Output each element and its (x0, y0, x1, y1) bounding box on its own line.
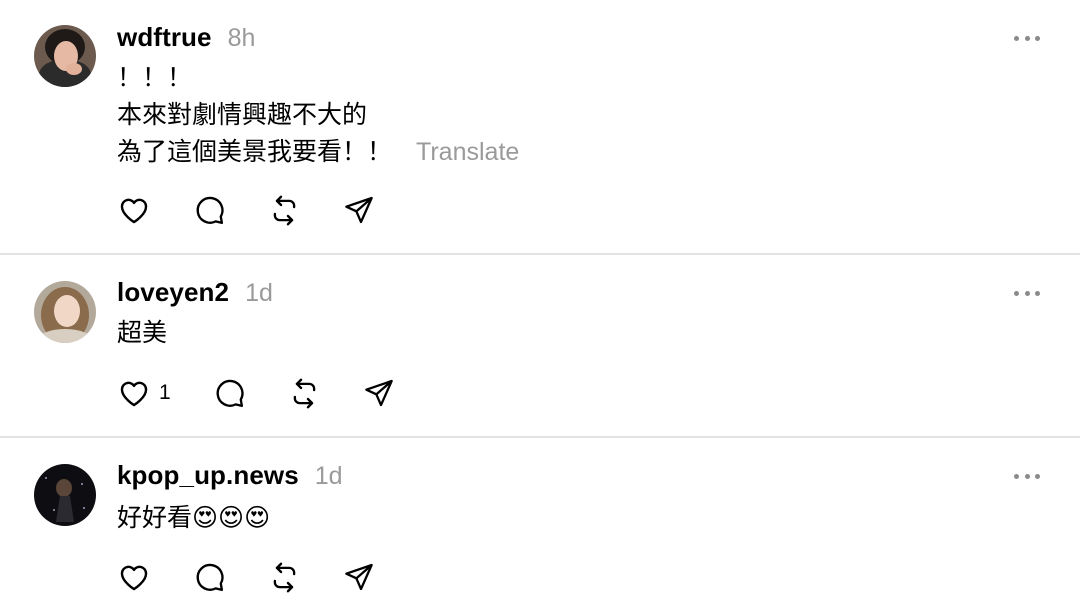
translate-link[interactable]: Translate (416, 138, 519, 166)
repost-icon (268, 561, 301, 594)
post-text: 超美 (117, 315, 167, 352)
timestamp: 1d (245, 279, 273, 307)
repost-button[interactable] (268, 560, 343, 594)
share-button[interactable] (363, 376, 403, 410)
post-text: ！！！ 本來對劇情興趣不大的 為了這個美景我要看！！ Translate (117, 60, 519, 171)
comment-button[interactable] (213, 376, 288, 410)
more-dots-icon[interactable] (1014, 289, 1040, 297)
post-text: 好好看😍😍😍 (117, 499, 270, 536)
text-line: 好好看😍😍😍 (117, 503, 271, 532)
comment-bubble-icon (193, 561, 226, 594)
action-bar: 1 (117, 376, 403, 410)
post-wdftrue: wdftrue 8h ！！！ 本來對劇情興趣不大的 為了這個美景我要看！！ Tra… (0, 0, 1080, 255)
repost-button[interactable] (268, 193, 343, 227)
like-count: 1 (159, 381, 171, 404)
text-line: ！！！ (117, 64, 193, 92)
like-button[interactable]: 1 (117, 376, 213, 410)
post-loveyen2: loveyen2 1d 超美 1 (0, 255, 1080, 438)
send-icon (363, 377, 395, 409)
comment-button[interactable] (193, 193, 268, 227)
repost-button[interactable] (288, 376, 363, 410)
share-button[interactable] (343, 560, 383, 594)
text-line: 為了這個美景我要看！！ (117, 138, 393, 166)
more-dots-icon[interactable] (1014, 472, 1040, 480)
more-dots-icon[interactable] (1014, 34, 1040, 42)
like-button[interactable] (117, 560, 193, 594)
action-bar (117, 560, 383, 594)
action-bar (117, 193, 383, 227)
post-header: wdftrue 8h (117, 22, 255, 52)
like-button[interactable] (117, 193, 193, 227)
send-icon (343, 561, 375, 593)
avatar[interactable] (34, 464, 96, 526)
comment-bubble-icon (213, 377, 246, 410)
timestamp: 1d (314, 462, 343, 490)
repost-icon (268, 194, 301, 227)
heart-icon (117, 193, 151, 227)
username[interactable]: kpop_up.news (117, 460, 299, 491)
send-icon (343, 194, 375, 226)
share-button[interactable] (343, 193, 383, 227)
text-line-with-translate: 為了這個美景我要看！！ Translate (117, 134, 519, 171)
text-line: 本來對劇情興趣不大的 (117, 101, 368, 129)
username[interactable]: wdftrue (117, 22, 212, 53)
post-kpop-up-news: kpop_up.news 1d 好好看😍😍😍 (0, 438, 1080, 615)
comment-button[interactable] (193, 560, 268, 594)
post-header: kpop_up.news 1d (117, 460, 343, 490)
text-line: 超美 (117, 319, 168, 347)
avatar[interactable] (34, 25, 96, 87)
heart-icon (117, 560, 151, 594)
comment-bubble-icon (193, 194, 226, 227)
timestamp: 8h (227, 24, 256, 52)
post-header: loveyen2 1d (117, 277, 273, 307)
heart-icon (117, 376, 151, 410)
avatar[interactable] (34, 281, 96, 343)
username[interactable]: loveyen2 (117, 277, 229, 308)
repost-icon (288, 377, 321, 410)
